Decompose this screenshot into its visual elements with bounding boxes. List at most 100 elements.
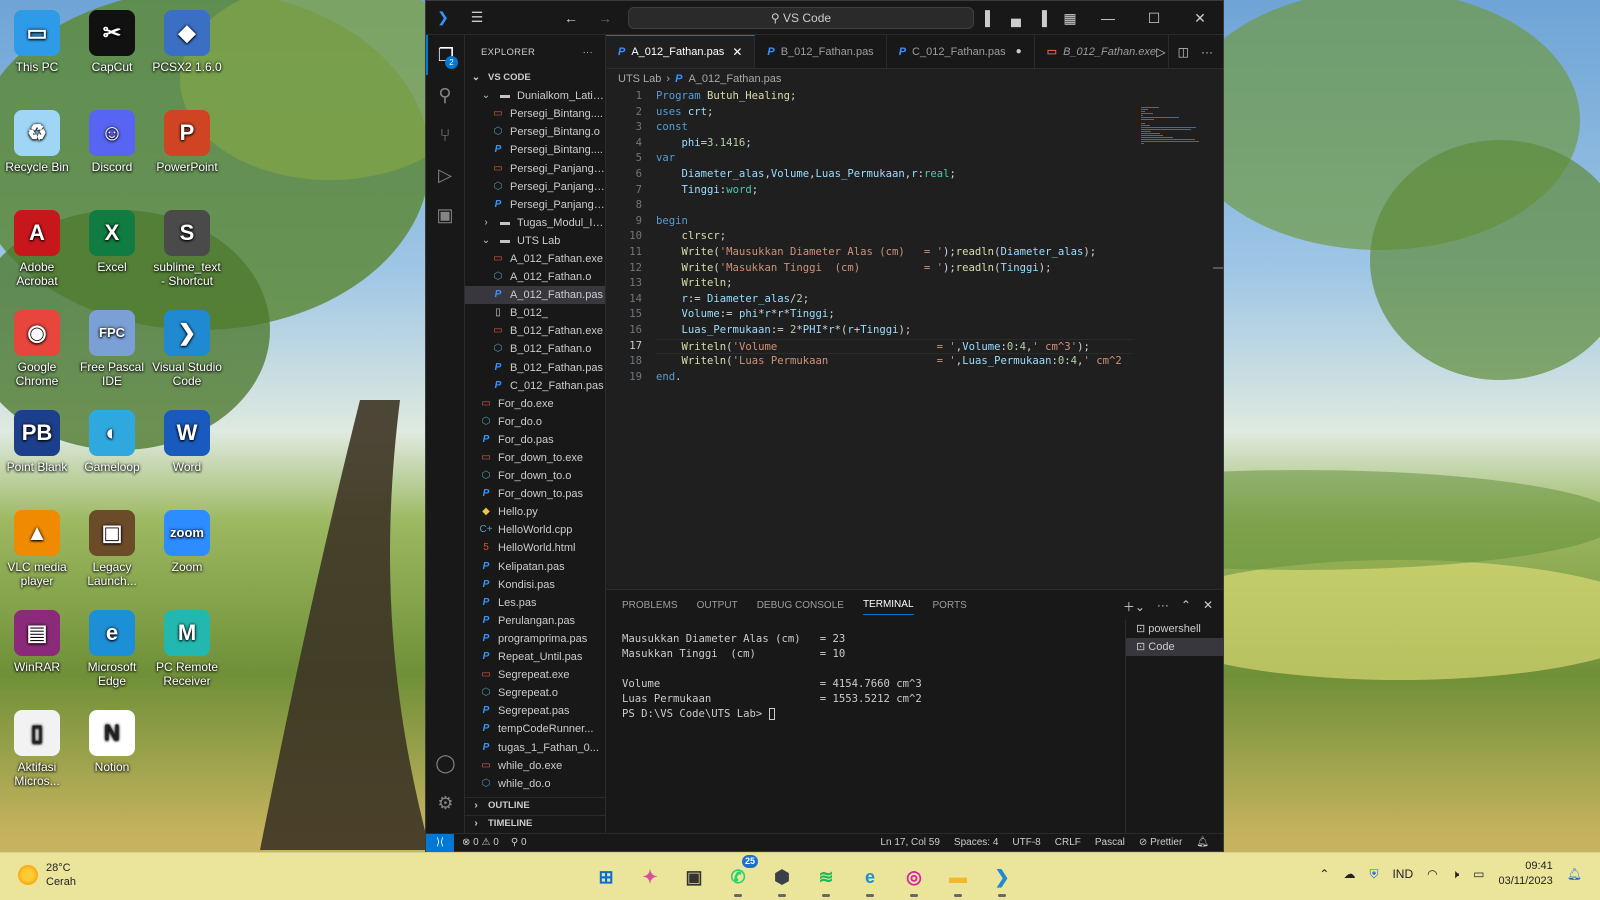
tree-item-dunialkom-latihan[interactable]: ⌄ ▬ Dunialkom_Latihan xyxy=(465,87,605,105)
tree-item-uts-lab[interactable]: ⌄ ▬ UTS Lab xyxy=(465,232,605,250)
maximize-button[interactable]: ☐ xyxy=(1131,1,1177,35)
settings-gear-icon[interactable]: ⚙ xyxy=(426,783,465,823)
panel-tab-debug-console[interactable]: DEBUG CONSOLE xyxy=(757,600,844,611)
task-view-icon[interactable]: ▣ xyxy=(676,859,712,895)
security-shield-icon[interactable]: ⛨ xyxy=(1369,867,1378,882)
tree-item-for-down-to-o[interactable]: ⬡ For_down_to.o xyxy=(465,467,605,485)
cursor-position[interactable]: Ln 17, Col 59 xyxy=(880,837,940,848)
tree-item-programprima-pas[interactable]: Pprogramprima.pas xyxy=(465,630,605,648)
tree-item-a-012-fathan-o[interactable]: ⬡ A_012_Fathan.o xyxy=(465,268,605,286)
edge-icon[interactable]: e xyxy=(852,859,888,897)
tree-item-segrepeat-pas[interactable]: P Segrepeat.pas xyxy=(465,702,605,720)
ports-status[interactable]: ⚲ 0 xyxy=(511,837,527,848)
breadcrumb-folder[interactable]: UTS Lab xyxy=(618,73,661,85)
tree-item-for-do-o[interactable]: ⬡ For_do.o xyxy=(465,413,605,431)
minimize-button[interactable]: — xyxy=(1085,1,1131,35)
desktop-icon-free-pascal-ide[interactable]: FPC Free Pascal IDE xyxy=(76,310,148,388)
search-view-icon[interactable]: ⚲ xyxy=(426,75,464,115)
editor-more-icon[interactable]: ··· xyxy=(1201,45,1213,59)
code-editor[interactable]: 1 2 3 4 5 6 7 8 9 10 11 12 13 14 15 16 17 18 19 Program Bu… xyxy=(606,89,1223,589)
tree-item-tugas-modul-ii[interactable]: › ▬ Tugas_Modul_II_... xyxy=(465,214,605,232)
tree-item-les-pas[interactable]: P Les.pas xyxy=(465,594,605,612)
tab-b-012-fathan-pas[interactable]: P B_012_Fathan.pas xyxy=(755,35,887,68)
run-debug-icon[interactable]: ▷ xyxy=(426,155,464,195)
maximize-panel-icon[interactable]: ⌃ xyxy=(1181,598,1191,615)
instagram-icon[interactable]: ◎ xyxy=(896,859,932,897)
tree-item-persegi-panjang[interactable]: ⬡ Persegi_Panjang.... xyxy=(465,178,605,196)
desktop-icon-capcut[interactable]: ✂ CapCut xyxy=(76,10,148,74)
close-button[interactable]: ✕ xyxy=(1177,1,1223,35)
timeline-section[interactable]: › TIMELINE xyxy=(465,814,605,833)
desktop-icon-powerpoint[interactable]: P PowerPoint xyxy=(151,110,223,174)
forward-arrow-icon[interactable]: → xyxy=(588,10,622,26)
desktop-icon-recycle-bin[interactable]: ♻ Recycle Bin xyxy=(1,110,73,174)
run-icon[interactable]: ▷ xyxy=(1156,45,1165,59)
tab-c-012-fathan-pas[interactable]: P C_012_Fathan.pas ● xyxy=(887,35,1035,68)
desktop-icon-notion[interactable]: N Notion xyxy=(76,710,148,774)
desktop-icon-this-pc[interactable]: ▭ This PC xyxy=(1,10,73,74)
tree-item-persegi-bintang[interactable]: ▭ Persegi_Bintang.... xyxy=(465,105,605,123)
tree-item-b-012-fathan-exe[interactable]: ▭ B_012_Fathan.exe xyxy=(465,322,605,340)
close-panel-icon[interactable]: ✕ xyxy=(1203,598,1213,615)
copilot-icon[interactable]: ✦ xyxy=(632,859,668,895)
tree-item-repeat-until-pas[interactable]: P Repeat_Until.pas xyxy=(465,648,605,666)
command-center[interactable]: ⚲ VS Code xyxy=(628,7,974,29)
workspace-root[interactable]: ⌄ VS CODE xyxy=(465,69,605,87)
tree-item-for-do-pas[interactable]: P For_do.pas xyxy=(465,431,605,449)
toggle-secondary-sidebar-icon[interactable]: ▐ xyxy=(1029,1,1055,35)
tree-item-while-do-exe[interactable]: ▭ while_do.exe xyxy=(465,757,605,775)
desktop-icon-visual-studio-code[interactable]: ❯ Visual Studio Code xyxy=(151,310,223,388)
source-control-icon[interactable]: ⑂ xyxy=(426,115,464,155)
menu-icon[interactable]: ☰ xyxy=(460,9,494,26)
explorer-icon[interactable]: ❐ 2 xyxy=(426,35,464,75)
tree-item-while-do-o[interactable]: ⬡ while_do.o xyxy=(465,775,605,793)
remote-icon[interactable]: ⟩⟨ xyxy=(426,833,454,852)
tree-item-helloworld-cpp[interactable]: C+ HelloWorld.cpp xyxy=(465,521,605,539)
tree-item-kondisi-pas[interactable]: P Kondisi.pas xyxy=(465,576,605,594)
tree-item-tempcoderunner[interactable]: PtempCodeRunner... xyxy=(465,720,605,738)
scrollbar[interactable] xyxy=(1213,267,1223,269)
customize-layout-icon[interactable]: ▦ xyxy=(1055,1,1085,35)
tree-item-for-do-exe[interactable]: ▭ For_do.exe xyxy=(465,395,605,413)
tree-item-segrepeat-o[interactable]: ⬡ Segrepeat.o xyxy=(465,684,605,702)
vscode-icon[interactable]: ❯ xyxy=(984,859,1020,897)
tree-item-a-012-fathan-pas[interactable]: P A_012_Fathan.pas xyxy=(465,286,605,305)
bell-icon[interactable]: 🔔︎ xyxy=(1196,837,1209,848)
clock[interactable]: 09:41 03/11/2023 xyxy=(1499,859,1553,889)
tree-item-helloworld-html[interactable]: 5 HelloWorld.html xyxy=(465,539,605,557)
split-editor-icon[interactable]: ◫ xyxy=(1178,45,1189,59)
panel-tab-problems[interactable]: PROBLEMS xyxy=(622,600,678,611)
language-indicator[interactable]: IND xyxy=(1392,867,1413,881)
panel-more-icon[interactable]: ··· xyxy=(1157,598,1169,615)
tree-item-persegi-panjang[interactable]: P Persegi_Panjang.... xyxy=(465,196,605,214)
onedrive-icon[interactable]: ☁ xyxy=(1343,867,1355,881)
desktop-icon-google-chrome[interactable]: ◉ Google Chrome xyxy=(1,310,73,388)
toggle-panel-icon[interactable]: ▄ xyxy=(1003,1,1029,35)
language-mode[interactable]: Pascal xyxy=(1095,837,1125,848)
desktop-icon-gameloop[interactable]: ◐ Gameloop xyxy=(76,410,148,474)
whatsapp-icon[interactable]: ✆ 25 xyxy=(720,855,758,897)
toggle-sidebar-icon[interactable]: ▌ xyxy=(977,1,1003,35)
desktop-icon-discord[interactable]: ☺ Discord xyxy=(76,110,148,174)
tab-b-012-fathan-exe[interactable]: ▭ B_012_Fathan.exe xyxy=(1035,35,1170,68)
tree-item-persegi-panjang[interactable]: ▭ Persegi_Panjang.... xyxy=(465,159,605,177)
terminal-output[interactable]: Mausukkan Diameter Alas (cm) = 23 Masukka… xyxy=(606,620,1125,833)
tree-item-kelipatan-pas[interactable]: P Kelipatan.pas xyxy=(465,558,605,576)
desktop-icon-aktifasi-micros[interactable]: ▯ Aktifasi Micros... xyxy=(1,710,73,788)
tree-item-a-012-fathan-exe[interactable]: ▭ A_012_Fathan.exe xyxy=(465,250,605,268)
volume-icon[interactable]: 🕨︎ xyxy=(1452,867,1460,882)
tree-item-perulangan-pas[interactable]: P Perulangan.pas xyxy=(465,612,605,630)
tree-item-segrepeat-exe[interactable]: ▭ Segrepeat.exe xyxy=(465,666,605,684)
account-icon[interactable]: ◯ xyxy=(426,743,465,783)
file-explorer-icon[interactable]: ▬ xyxy=(940,859,976,897)
tree-item-tugas-1-fathan-0[interactable]: Ptugas_1_Fathan_0... xyxy=(465,738,605,756)
problems-status[interactable]: ⊗ 0 ⚠ 0 xyxy=(462,837,499,848)
desktop-icon-excel[interactable]: X Excel xyxy=(76,210,148,274)
desktop-icon-point-blank[interactable]: PB Point Blank xyxy=(1,410,73,474)
desktop-icon-zoom[interactable]: zoom Zoom xyxy=(151,510,223,574)
weather-widget[interactable]: 28°C Cerah xyxy=(18,861,76,889)
wifi-icon[interactable]: ◠ xyxy=(1427,867,1437,881)
desktop-icon-microsoft-edge[interactable]: e Microsoft Edge xyxy=(76,610,148,688)
breadcrumb-file[interactable]: A_012_Fathan.pas xyxy=(688,73,781,85)
chevron-up-icon[interactable]: ⌃ xyxy=(1319,867,1329,881)
